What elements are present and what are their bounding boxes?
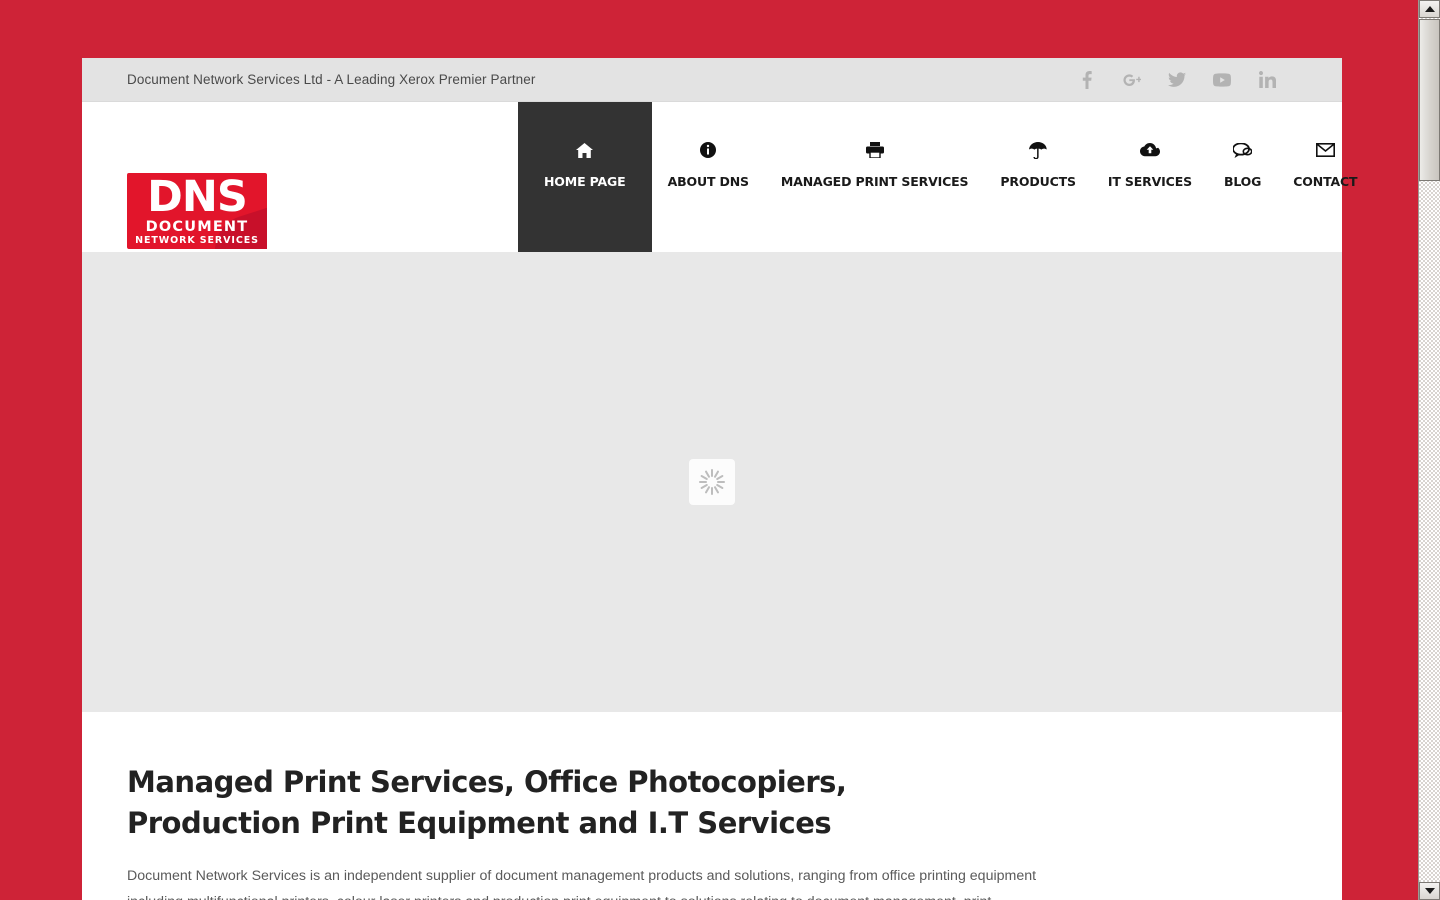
cloud-upload-icon bbox=[1108, 137, 1192, 163]
home-icon bbox=[544, 137, 626, 163]
twitter-icon[interactable] bbox=[1168, 71, 1186, 89]
printer-icon bbox=[781, 137, 968, 163]
chevron-down-icon bbox=[1425, 888, 1435, 894]
hero-slider-placeholder bbox=[82, 252, 1342, 712]
nav-item-contact[interactable]: CONTACT bbox=[1277, 102, 1373, 252]
logo-initials: DNS bbox=[127, 174, 267, 221]
vertical-scrollbar[interactable] bbox=[1418, 0, 1440, 900]
nav-label: IT SERVICES bbox=[1108, 174, 1192, 189]
nav-item-products[interactable]: PRODUCTS bbox=[984, 102, 1091, 252]
nav-label: BLOG bbox=[1224, 174, 1261, 189]
scroll-thumb[interactable] bbox=[1419, 19, 1440, 181]
nav-item-blog[interactable]: BLOG bbox=[1208, 102, 1277, 252]
nav-item-about-dns[interactable]: ABOUT DNS bbox=[652, 102, 765, 252]
nav-label: ABOUT DNS bbox=[668, 174, 749, 189]
page-title: Managed Print Services, Office Photocopi… bbox=[127, 762, 1027, 844]
site-logo[interactable]: DNS DOCUMENT NETWORK SERVICES bbox=[127, 173, 267, 249]
social-links bbox=[1078, 71, 1276, 89]
main-content: Managed Print Services, Office Photocopi… bbox=[82, 712, 1342, 900]
top-bar: Document Network Services Ltd - A Leadin… bbox=[82, 58, 1342, 102]
facebook-icon[interactable] bbox=[1078, 71, 1096, 89]
logo-line-1: DOCUMENT bbox=[127, 220, 267, 235]
google-plus-icon[interactable] bbox=[1123, 71, 1141, 89]
website-container: Document Network Services Ltd - A Leadin… bbox=[82, 58, 1342, 900]
linkedin-icon[interactable] bbox=[1258, 71, 1276, 89]
envelope-icon bbox=[1293, 137, 1357, 163]
info-circle-icon bbox=[668, 137, 749, 163]
main-navigation: HOME PAGE ABOUT DNS MANAGED PRINT SERVIC… bbox=[518, 102, 1373, 252]
intro-paragraph: Document Network Services is an independ… bbox=[127, 863, 1042, 900]
comment-icon bbox=[1224, 137, 1261, 163]
spinner-graphic bbox=[699, 469, 725, 495]
youtube-icon[interactable] bbox=[1213, 71, 1231, 89]
nav-item-it-services[interactable]: IT SERVICES bbox=[1092, 102, 1208, 252]
nav-label: PRODUCTS bbox=[1000, 174, 1075, 189]
nav-label: CONTACT bbox=[1293, 174, 1357, 189]
scroll-up-arrow[interactable] bbox=[1419, 0, 1440, 18]
nav-item-managed-print-services[interactable]: MANAGED PRINT SERVICES bbox=[765, 102, 984, 252]
site-tagline: Document Network Services Ltd - A Leadin… bbox=[127, 72, 535, 87]
site-header: DNS DOCUMENT NETWORK SERVICES HOME PAGE bbox=[82, 102, 1342, 252]
logo-line-2: NETWORK SERVICES bbox=[127, 235, 267, 246]
umbrella-icon bbox=[1000, 137, 1075, 163]
logo-badge: DNS DOCUMENT NETWORK SERVICES bbox=[127, 173, 267, 249]
browser-viewport: Document Network Services Ltd - A Leadin… bbox=[0, 0, 1418, 900]
scroll-down-arrow[interactable] bbox=[1419, 882, 1440, 900]
nav-label: HOME PAGE bbox=[544, 174, 626, 189]
chevron-up-icon bbox=[1425, 6, 1435, 12]
loading-spinner bbox=[689, 459, 735, 505]
nav-label: MANAGED PRINT SERVICES bbox=[781, 174, 968, 189]
